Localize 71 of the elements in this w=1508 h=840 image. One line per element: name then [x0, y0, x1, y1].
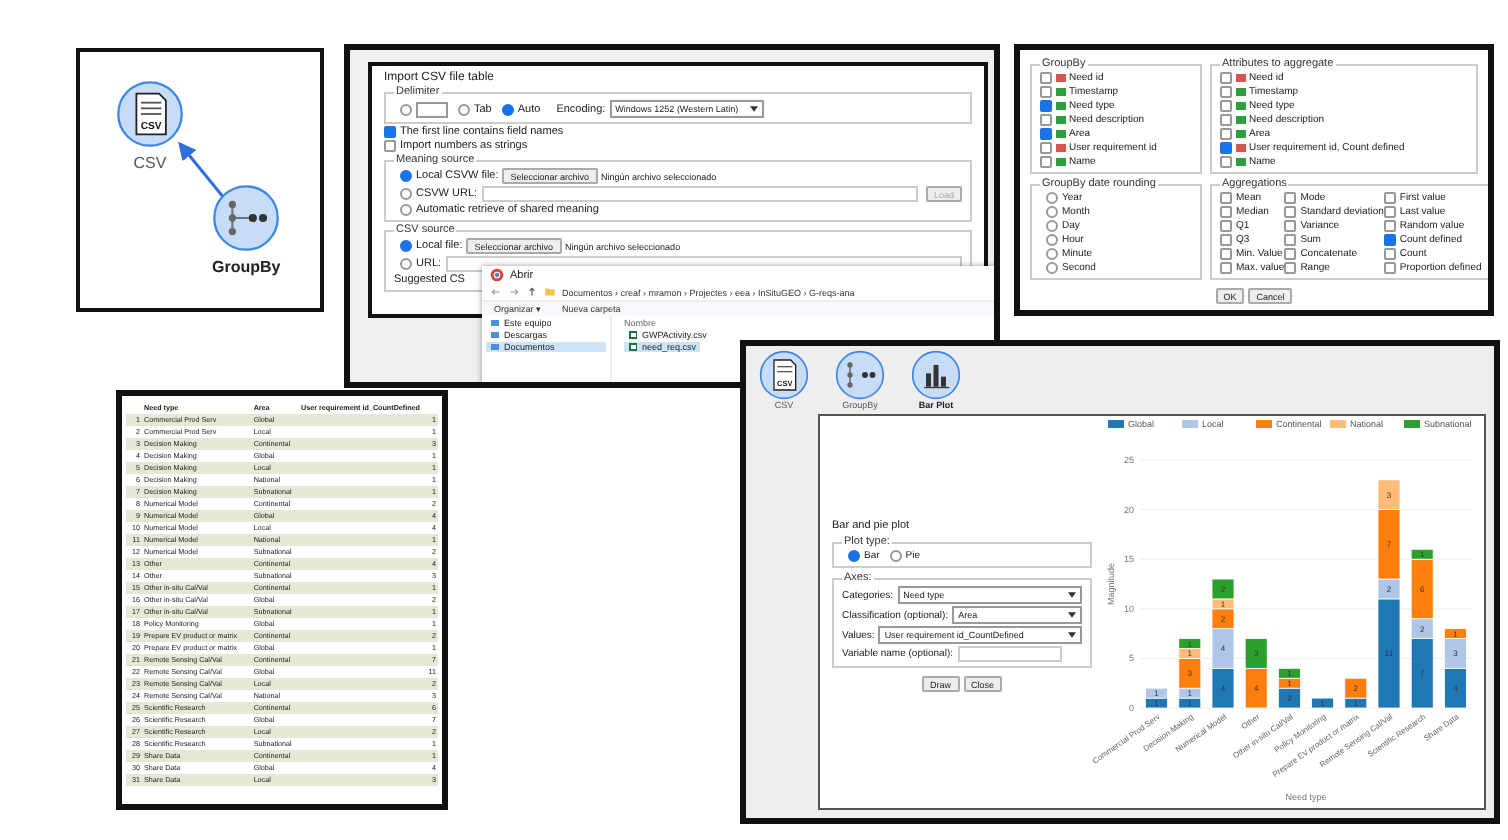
checkbox[interactable]	[1220, 192, 1232, 204]
radio-button[interactable]	[1046, 220, 1058, 232]
radio-button[interactable]	[400, 240, 412, 252]
radio-button[interactable]	[1046, 206, 1058, 218]
radio-button[interactable]	[400, 258, 412, 270]
checkbox[interactable]	[1220, 234, 1232, 246]
checkbox[interactable]	[1040, 128, 1052, 140]
url-field[interactable]	[481, 186, 918, 202]
checkbox[interactable]	[1040, 100, 1052, 112]
dots-node-icon[interactable]	[212, 184, 281, 252]
checkbox[interactable]	[1383, 234, 1396, 246]
legend-swatch	[1182, 420, 1198, 428]
radio-button[interactable]	[458, 103, 470, 115]
checkbox[interactable]	[1220, 248, 1232, 260]
checkbox[interactable]	[1220, 220, 1232, 232]
checkbox[interactable]	[1040, 86, 1052, 98]
checkbox[interactable]	[1040, 156, 1052, 168]
folder-icon	[544, 286, 556, 298]
checkbox[interactable]	[1383, 262, 1396, 274]
radio-button[interactable]	[1046, 234, 1058, 246]
caret-icon	[1068, 592, 1076, 598]
radio-button[interactable]	[400, 188, 412, 200]
radio-button[interactable]	[889, 550, 902, 562]
checkbox[interactable]	[1220, 262, 1232, 274]
delimiter-field[interactable]	[416, 101, 448, 117]
checkbox[interactable]	[1220, 206, 1232, 218]
radio-button[interactable]	[400, 170, 412, 182]
node-label: CSV	[133, 154, 167, 172]
checkbox[interactable]	[1220, 142, 1232, 154]
radio-button[interactable]	[501, 103, 514, 115]
checkbox[interactable]	[1220, 86, 1232, 98]
back-arrow-icon[interactable]	[490, 286, 502, 298]
checkbox[interactable]	[1040, 72, 1052, 84]
radio-button[interactable]	[848, 550, 860, 562]
dots-node-icon[interactable]	[834, 350, 886, 400]
checkbox[interactable]	[1220, 100, 1232, 112]
radio-button[interactable]	[400, 103, 412, 115]
legend-swatch	[1256, 420, 1272, 428]
checkbox[interactable]	[1284, 220, 1297, 232]
node-label: GroupBy	[212, 258, 281, 276]
checkbox[interactable]	[1383, 220, 1396, 232]
forward-arrow-icon[interactable]	[508, 286, 520, 298]
legend-swatch	[1330, 420, 1346, 428]
checkbox[interactable]	[1284, 262, 1297, 274]
bar-chart-node-icon[interactable]	[910, 350, 962, 400]
checkbox[interactable]	[1220, 156, 1232, 168]
checkbox[interactable]	[1383, 206, 1396, 218]
radio-button[interactable]	[1046, 192, 1058, 204]
checkbox[interactable]	[1284, 234, 1297, 246]
checkbox[interactable]	[1220, 72, 1232, 84]
legend-swatch	[1108, 420, 1124, 428]
radio-button[interactable]	[400, 204, 412, 216]
checkbox[interactable]	[1040, 142, 1052, 154]
checkbox[interactable]	[1383, 192, 1396, 204]
up-arrow-icon[interactable]	[526, 286, 538, 298]
caret-icon	[1068, 612, 1076, 618]
checkbox[interactable]	[1284, 192, 1297, 204]
checkbox[interactable]	[1383, 248, 1396, 260]
text-field[interactable]	[957, 646, 1061, 662]
checkbox[interactable]	[1284, 206, 1297, 218]
checkbox[interactable]	[1220, 114, 1232, 126]
checkbox[interactable]	[1040, 114, 1052, 126]
legend-swatch	[1404, 420, 1420, 428]
caret-icon	[750, 106, 759, 112]
radio-button[interactable]	[1046, 248, 1058, 260]
checkbox[interactable]	[384, 126, 396, 138]
checkbox[interactable]	[1220, 128, 1232, 140]
radio-button[interactable]	[1046, 262, 1058, 274]
checkbox[interactable]	[384, 140, 396, 152]
checkbox[interactable]	[1284, 248, 1297, 260]
caret-icon	[1068, 632, 1076, 638]
